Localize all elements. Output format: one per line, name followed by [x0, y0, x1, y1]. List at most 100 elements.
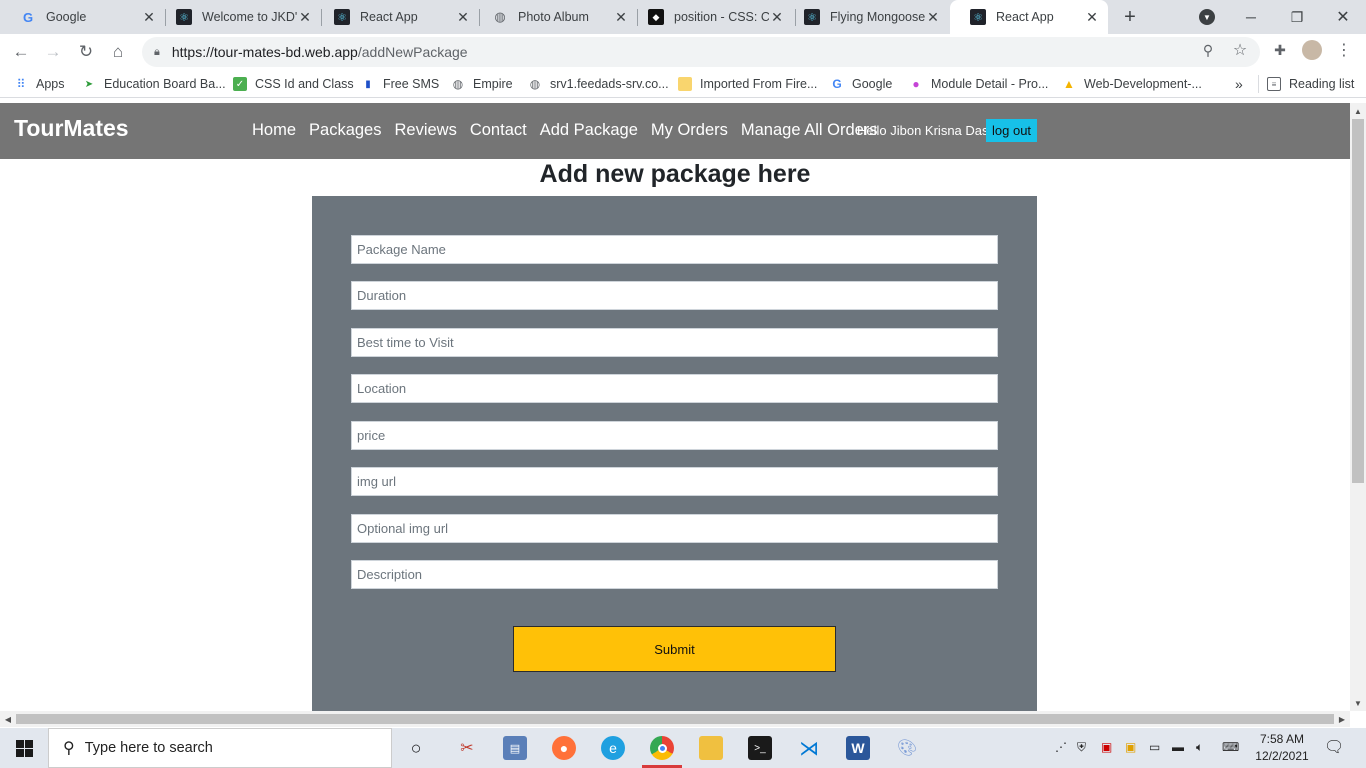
close-icon[interactable]: ✕: [1084, 9, 1100, 25]
volume-icon[interactable]: 🔈︎: [1196, 740, 1203, 755]
new-tab-button[interactable]: +: [1118, 5, 1142, 29]
nav-my-orders[interactable]: My Orders: [651, 121, 728, 140]
tab-photo-album[interactable]: ◍ Photo Album ✕: [472, 0, 637, 34]
react-icon: ⚛: [334, 9, 350, 25]
zoom-icon[interactable]: ⚲: [1198, 40, 1218, 60]
calculator-app-icon[interactable]: ▤: [503, 736, 527, 760]
module-icon: ●: [912, 77, 920, 91]
close-icon[interactable]: ✕: [769, 9, 785, 25]
nav-home[interactable]: Home: [252, 121, 296, 140]
extensions-icon[interactable]: ✚: [1270, 40, 1290, 60]
bookmark-css-id-class[interactable]: ✓ CSS Id and Class: [233, 75, 354, 93]
horizontal-scroll-thumb[interactable]: [16, 714, 1334, 724]
menu-kebab-icon[interactable]: ⋮: [1334, 40, 1354, 60]
description-input[interactable]: [351, 560, 998, 589]
tab-welcome-jkd[interactable]: ⚛ Welcome to JKD's ✕: [156, 0, 321, 34]
firefox-icon[interactable]: ●: [552, 736, 576, 760]
bookmark-imported-folder[interactable]: Imported From Fire...: [678, 75, 817, 93]
reading-list-button[interactable]: ≡ Reading list: [1267, 75, 1354, 93]
display-icon[interactable]: ▭: [1149, 740, 1160, 754]
nav-add-package[interactable]: Add Package: [540, 121, 638, 140]
chrome-icon[interactable]: [650, 736, 674, 760]
close-icon[interactable]: ✕: [925, 9, 941, 25]
close-icon[interactable]: ✕: [455, 9, 471, 25]
tab-search-button[interactable]: ▼: [1184, 0, 1230, 34]
tab-css-position[interactable]: ◆ position - CSS: Ca ✕: [628, 0, 793, 34]
bookmark-apps[interactable]: ⠿ Apps: [14, 75, 65, 93]
snipping-tool-icon[interactable]: ✂: [455, 736, 479, 760]
nav-packages[interactable]: Packages: [309, 121, 381, 140]
close-icon[interactable]: ✕: [613, 9, 629, 25]
scroll-left-arrow-icon[interactable]: ◀: [0, 711, 16, 727]
file-explorer-icon[interactable]: [699, 736, 723, 760]
tab-title: position - CSS: Ca: [674, 10, 769, 24]
price-input[interactable]: [351, 421, 998, 450]
site-brand[interactable]: TourMates: [14, 115, 129, 142]
vertical-scroll-thumb[interactable]: [1352, 119, 1364, 483]
vertical-scrollbar[interactable]: ▲ ▼: [1350, 103, 1366, 711]
bookmark-web-development[interactable]: ▲ Web-Development-...: [1062, 75, 1202, 93]
maximize-button[interactable]: ❐: [1274, 0, 1320, 34]
bookmark-free-sms[interactable]: ▮ Free SMS: [361, 75, 439, 93]
url-text: https://tour-mates-bd.web.app/addNewPack…: [172, 44, 468, 60]
close-window-button[interactable]: ✕: [1320, 0, 1366, 34]
duration-input[interactable]: [351, 281, 998, 310]
edge-icon[interactable]: e: [601, 736, 625, 760]
battery-icon[interactable]: ▬: [1172, 740, 1184, 754]
home-button[interactable]: ⌂: [106, 40, 130, 64]
optional-img-url-input[interactable]: [351, 514, 998, 543]
tab-react-app[interactable]: ⚛ React App ✕: [314, 0, 479, 34]
taskbar-search-placeholder: Type here to search: [84, 740, 213, 756]
start-button[interactable]: [0, 728, 48, 768]
bookmark-label: Empire: [473, 77, 513, 91]
bookmark-google[interactable]: G Google: [830, 75, 892, 93]
tab-title: Photo Album: [518, 10, 589, 24]
network-icon[interactable]: ⋰: [1055, 740, 1067, 754]
add-package-form: Submit: [312, 196, 1037, 711]
address-bar[interactable]: 🔒︎ https://tour-mates-bd.web.app/addNewP…: [142, 37, 1260, 67]
bookmark-module-detail[interactable]: ● Module Detail - Pro...: [909, 75, 1048, 93]
nav-reviews[interactable]: Reviews: [394, 121, 456, 140]
keyboard-icon[interactable]: ⌨: [1222, 740, 1239, 754]
paint-icon[interactable]: 🎨︎: [895, 736, 919, 760]
acrobat-icon[interactable]: ▣: [1101, 740, 1112, 754]
horizontal-scrollbar[interactable]: ◀ ▶: [0, 711, 1350, 727]
logout-button[interactable]: log out: [986, 119, 1038, 142]
bookmark-srv1-feedads[interactable]: ◍ srv1.feedads-srv.co...: [528, 75, 669, 93]
word-icon[interactable]: W: [846, 736, 870, 760]
home-icon: ⌂: [112, 42, 124, 61]
cortana-icon[interactable]: ○: [404, 736, 428, 760]
minimize-button[interactable]: ─: [1228, 0, 1274, 34]
arrow-left-icon: ←: [12, 42, 30, 61]
search-icon: ⚲: [63, 740, 75, 757]
package-name-input[interactable]: [351, 235, 998, 264]
bookmarks-overflow-button[interactable]: »: [1235, 75, 1243, 93]
reload-button[interactable]: ↻: [74, 40, 98, 64]
profile-avatar[interactable]: [1302, 40, 1322, 60]
scroll-up-arrow-icon[interactable]: ▲: [1350, 103, 1366, 119]
location-input[interactable]: [351, 374, 998, 403]
close-icon[interactable]: ✕: [141, 9, 157, 25]
bookmark-empire[interactable]: ◍ Empire: [451, 75, 513, 93]
notification-icon[interactable]: 🗨︎: [1324, 737, 1344, 757]
back-button[interactable]: ←: [9, 40, 33, 64]
submit-button[interactable]: Submit: [513, 626, 836, 672]
tab-flying-mongoose[interactable]: ⚛ Flying Mongoose ✕: [784, 0, 949, 34]
close-icon[interactable]: ✕: [297, 9, 313, 25]
security-shield-icon[interactable]: ⛨: [1077, 740, 1086, 755]
scroll-down-arrow-icon[interactable]: ▼: [1350, 695, 1366, 711]
tab-google[interactable]: G Google ✕: [0, 0, 165, 34]
vscode-icon[interactable]: ⋊: [797, 736, 821, 760]
taskbar-clock[interactable]: 7:58 AM 12/2/2021: [1252, 731, 1312, 765]
tray-app-icon[interactable]: ▣: [1125, 740, 1136, 754]
best-time-input[interactable]: [351, 328, 998, 357]
forward-button[interactable]: →: [41, 40, 65, 64]
bookmark-education-board[interactable]: ➤ Education Board Ba...: [82, 75, 226, 93]
bookmark-star-icon[interactable]: ☆: [1230, 40, 1250, 60]
img-url-input[interactable]: [351, 467, 998, 496]
terminal-icon[interactable]: >_: [748, 736, 772, 760]
nav-contact[interactable]: Contact: [470, 121, 527, 140]
taskbar-search-box[interactable]: ⚲ Type here to search: [48, 728, 392, 768]
tab-react-app-active[interactable]: ⚛ React App ✕: [950, 0, 1108, 34]
scroll-right-arrow-icon[interactable]: ▶: [1334, 711, 1350, 727]
